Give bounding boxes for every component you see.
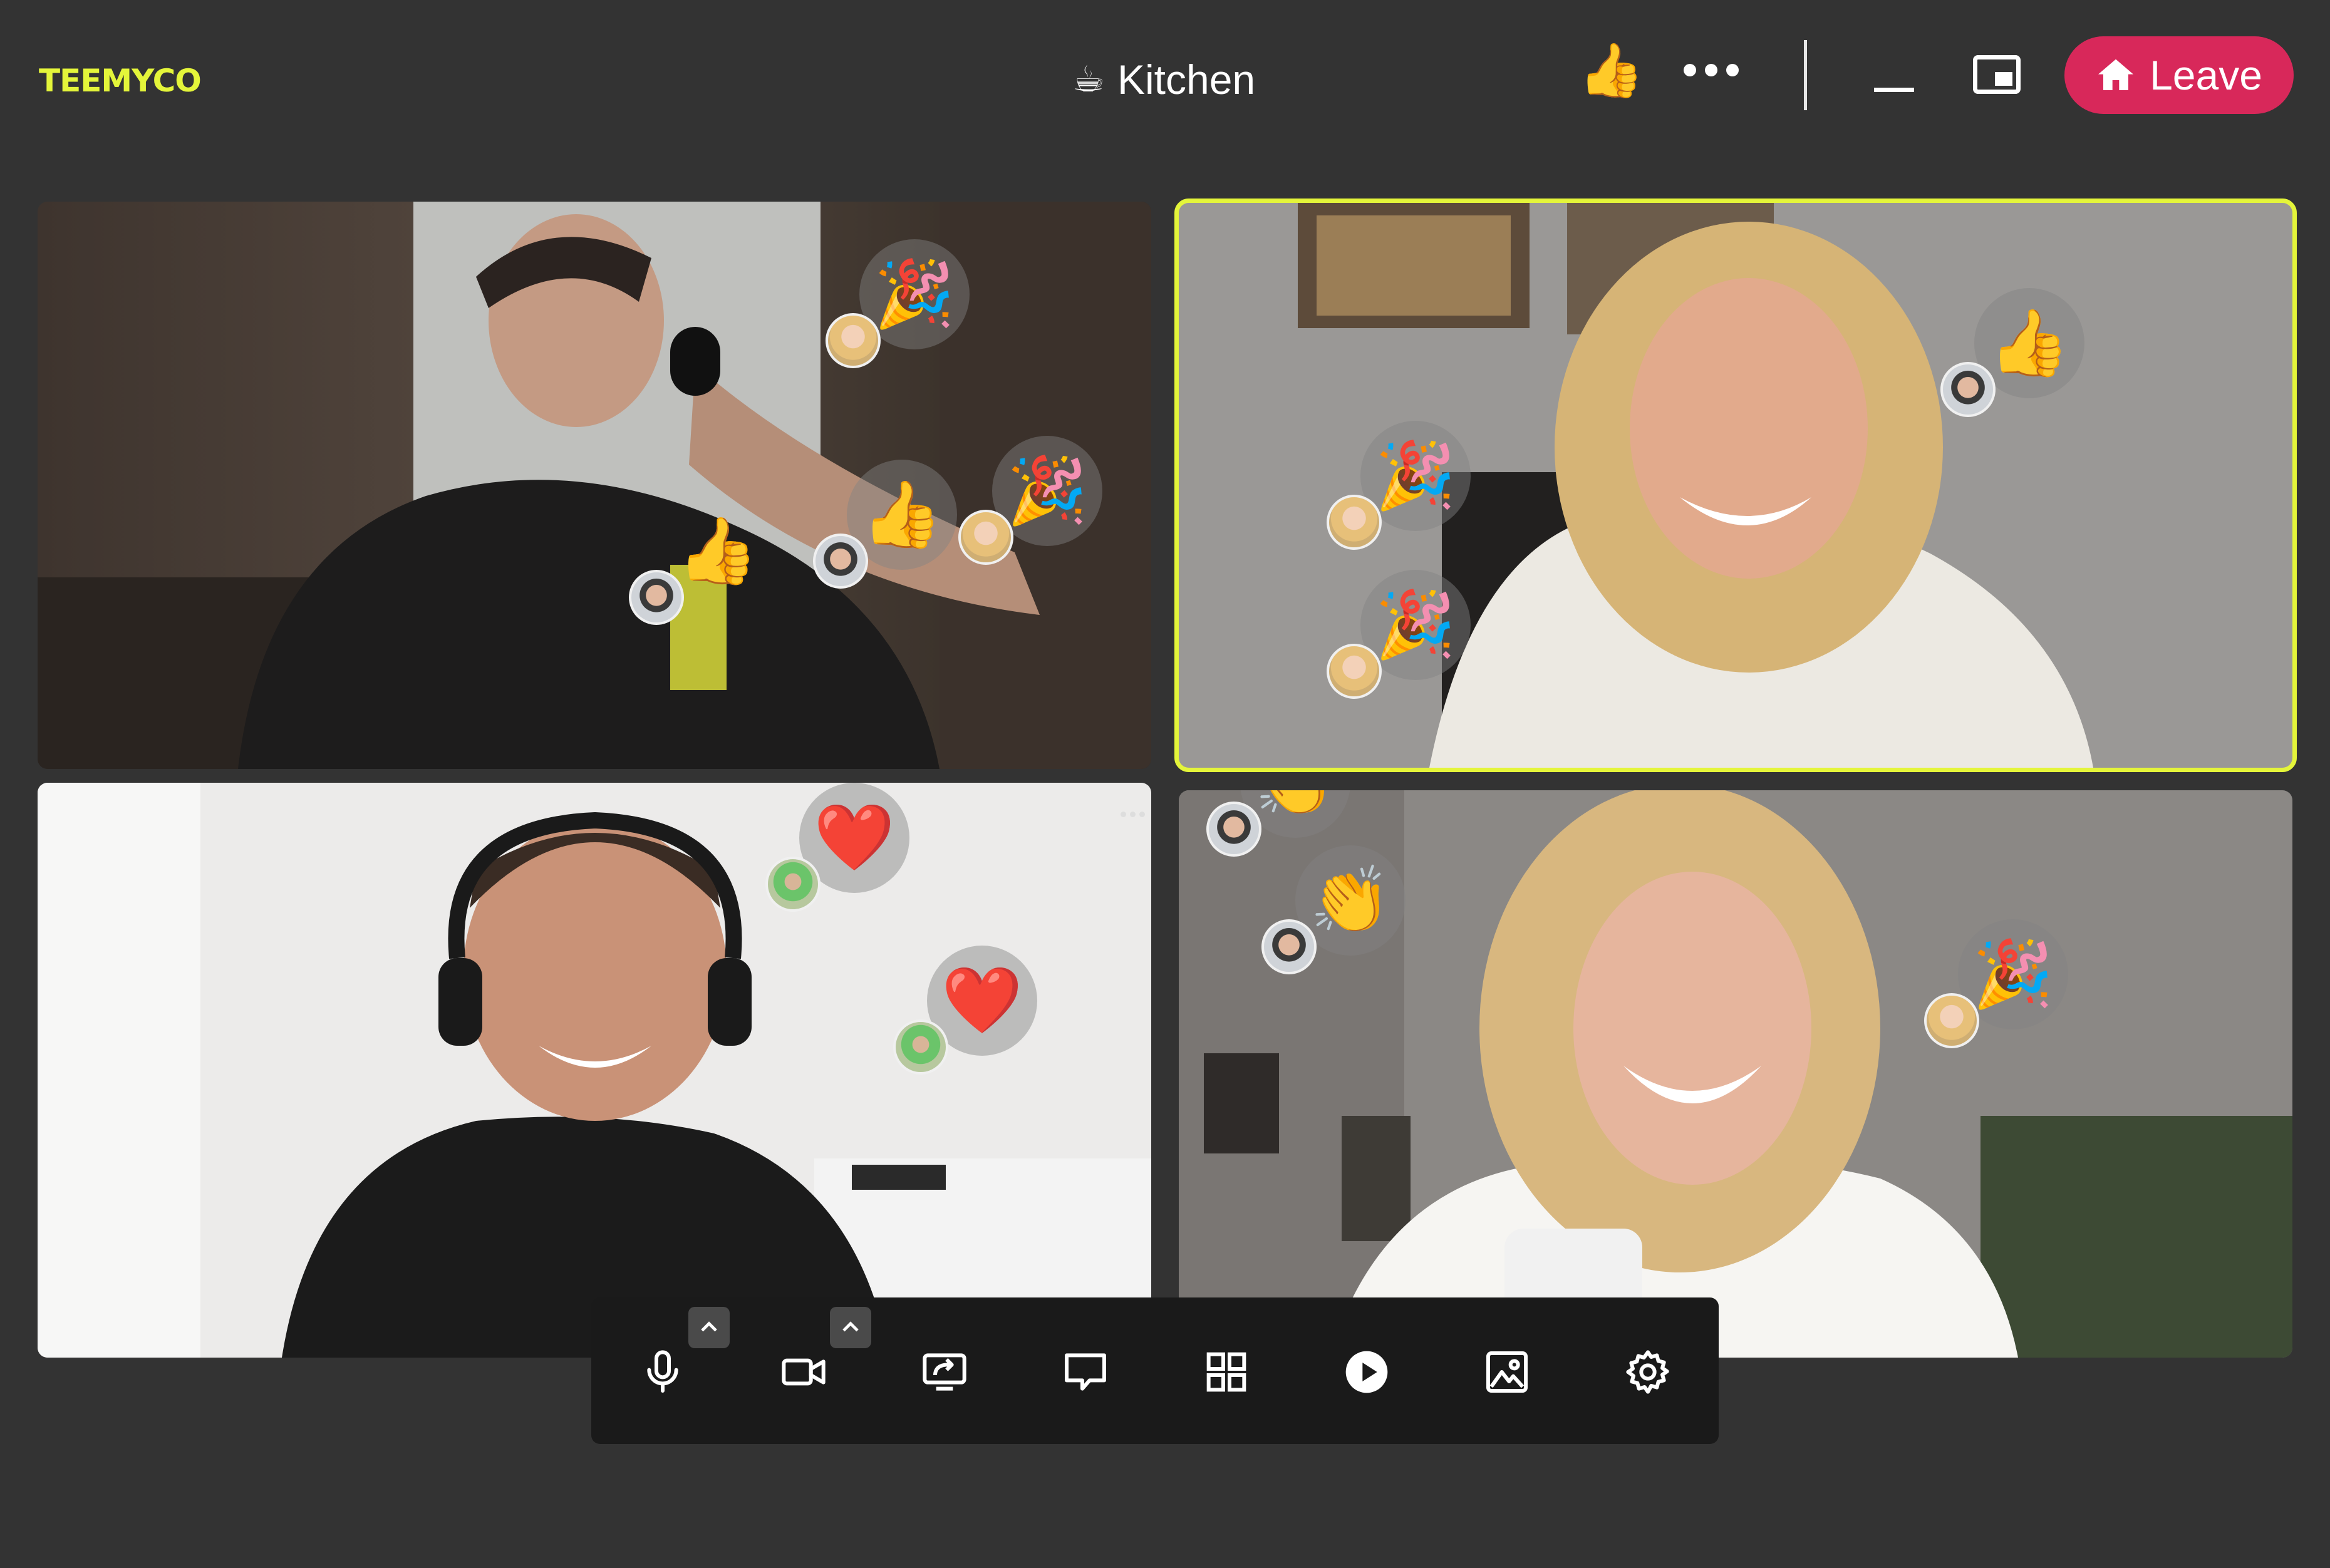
chat-button[interactable] xyxy=(1058,1344,1113,1400)
camera-options-button[interactable] xyxy=(830,1307,871,1348)
reaction-bubble: 🎉 xyxy=(826,239,970,368)
more-horizontal-icon xyxy=(1684,64,1696,76)
settings-button[interactable] xyxy=(1620,1344,1675,1400)
header-divider xyxy=(1804,40,1807,110)
chat-icon xyxy=(1065,1353,1106,1391)
avatar xyxy=(1924,993,1979,1048)
video-tile-participant-2[interactable]: 👍 🎉 🎉 xyxy=(1174,199,2297,772)
play-button[interactable] xyxy=(1339,1344,1394,1400)
play-icon xyxy=(1345,1351,1388,1393)
reaction-bubble: ❤️ xyxy=(765,783,909,912)
reaction-bubble: 🎉 xyxy=(958,436,1102,565)
video-tile-participant-1[interactable]: 🎉 👍 🎉 👍 xyxy=(38,202,1151,769)
leave-button[interactable]: Leave xyxy=(2064,36,2294,114)
background-image-button[interactable] xyxy=(1479,1344,1535,1400)
avatar xyxy=(1327,495,1382,550)
reaction-bubble: 👏 xyxy=(1261,845,1406,974)
share-screen-button[interactable] xyxy=(917,1344,972,1400)
reaction-bubble: 🎉 xyxy=(1327,421,1471,550)
thumbs-up-icon: 👍 xyxy=(1578,41,1644,100)
layout-button[interactable] xyxy=(1199,1344,1254,1400)
grid-icon xyxy=(1206,1352,1246,1392)
chevron-up-icon xyxy=(842,1321,859,1332)
camera-button[interactable] xyxy=(776,1344,831,1400)
avatar xyxy=(893,1019,948,1075)
video-tile-participant-3[interactable]: ❤️ ❤️ xyxy=(38,783,1151,1358)
participant-video xyxy=(38,783,1151,1358)
avatar xyxy=(1261,919,1317,974)
reaction-bubble: 🎉 xyxy=(1327,570,1471,699)
reaction-bubble: 👍 xyxy=(1940,288,2084,417)
avatar xyxy=(1206,802,1261,857)
reaction-thumbs-up-button[interactable]: 👍 xyxy=(1578,44,1644,96)
coffee-icon: ☕ xyxy=(1072,59,1105,100)
microphone-icon xyxy=(647,1350,678,1393)
call-controls-bar xyxy=(591,1297,1719,1444)
more-horizontal-icon xyxy=(1121,812,1126,817)
picture-in-picture-button[interactable] xyxy=(1973,55,2021,94)
video-tile-participant-4[interactable]: 👏 👏 🎉 xyxy=(1179,790,2292,1358)
tile-options-button[interactable] xyxy=(1121,812,1145,817)
minimize-button[interactable] xyxy=(1874,88,1914,92)
leave-label: Leave xyxy=(2150,52,2262,98)
room-name: Kitchen xyxy=(1117,56,1256,103)
avatar xyxy=(826,313,881,368)
chevron-up-icon xyxy=(701,1321,717,1332)
image-icon xyxy=(1486,1351,1528,1393)
reaction-bubble: ❤️ xyxy=(893,946,1037,1075)
share-screen-icon xyxy=(923,1353,966,1391)
avatar xyxy=(629,570,684,625)
gear-icon xyxy=(1626,1350,1669,1394)
reaction-bubble: 👍 xyxy=(813,460,957,589)
avatar xyxy=(765,857,821,912)
picture-in-picture-icon xyxy=(1995,72,2012,86)
app-logo: TEEMYCO xyxy=(39,63,202,99)
reaction-bubble: 👍 xyxy=(629,496,759,625)
microphone-options-button[interactable] xyxy=(688,1307,730,1348)
room-title: ☕ Kitchen xyxy=(1072,51,1255,108)
avatar xyxy=(1940,362,1996,417)
home-icon xyxy=(2098,59,2134,90)
microphone-button[interactable] xyxy=(635,1344,690,1400)
more-options-button[interactable] xyxy=(1684,64,1739,76)
avatar xyxy=(958,510,1013,565)
reaction-bubble: 👏 xyxy=(1206,790,1350,857)
avatar xyxy=(813,534,868,589)
avatar xyxy=(1327,644,1382,699)
video-camera-icon xyxy=(782,1358,826,1386)
reaction-bubble: 🎉 xyxy=(1924,919,2068,1048)
